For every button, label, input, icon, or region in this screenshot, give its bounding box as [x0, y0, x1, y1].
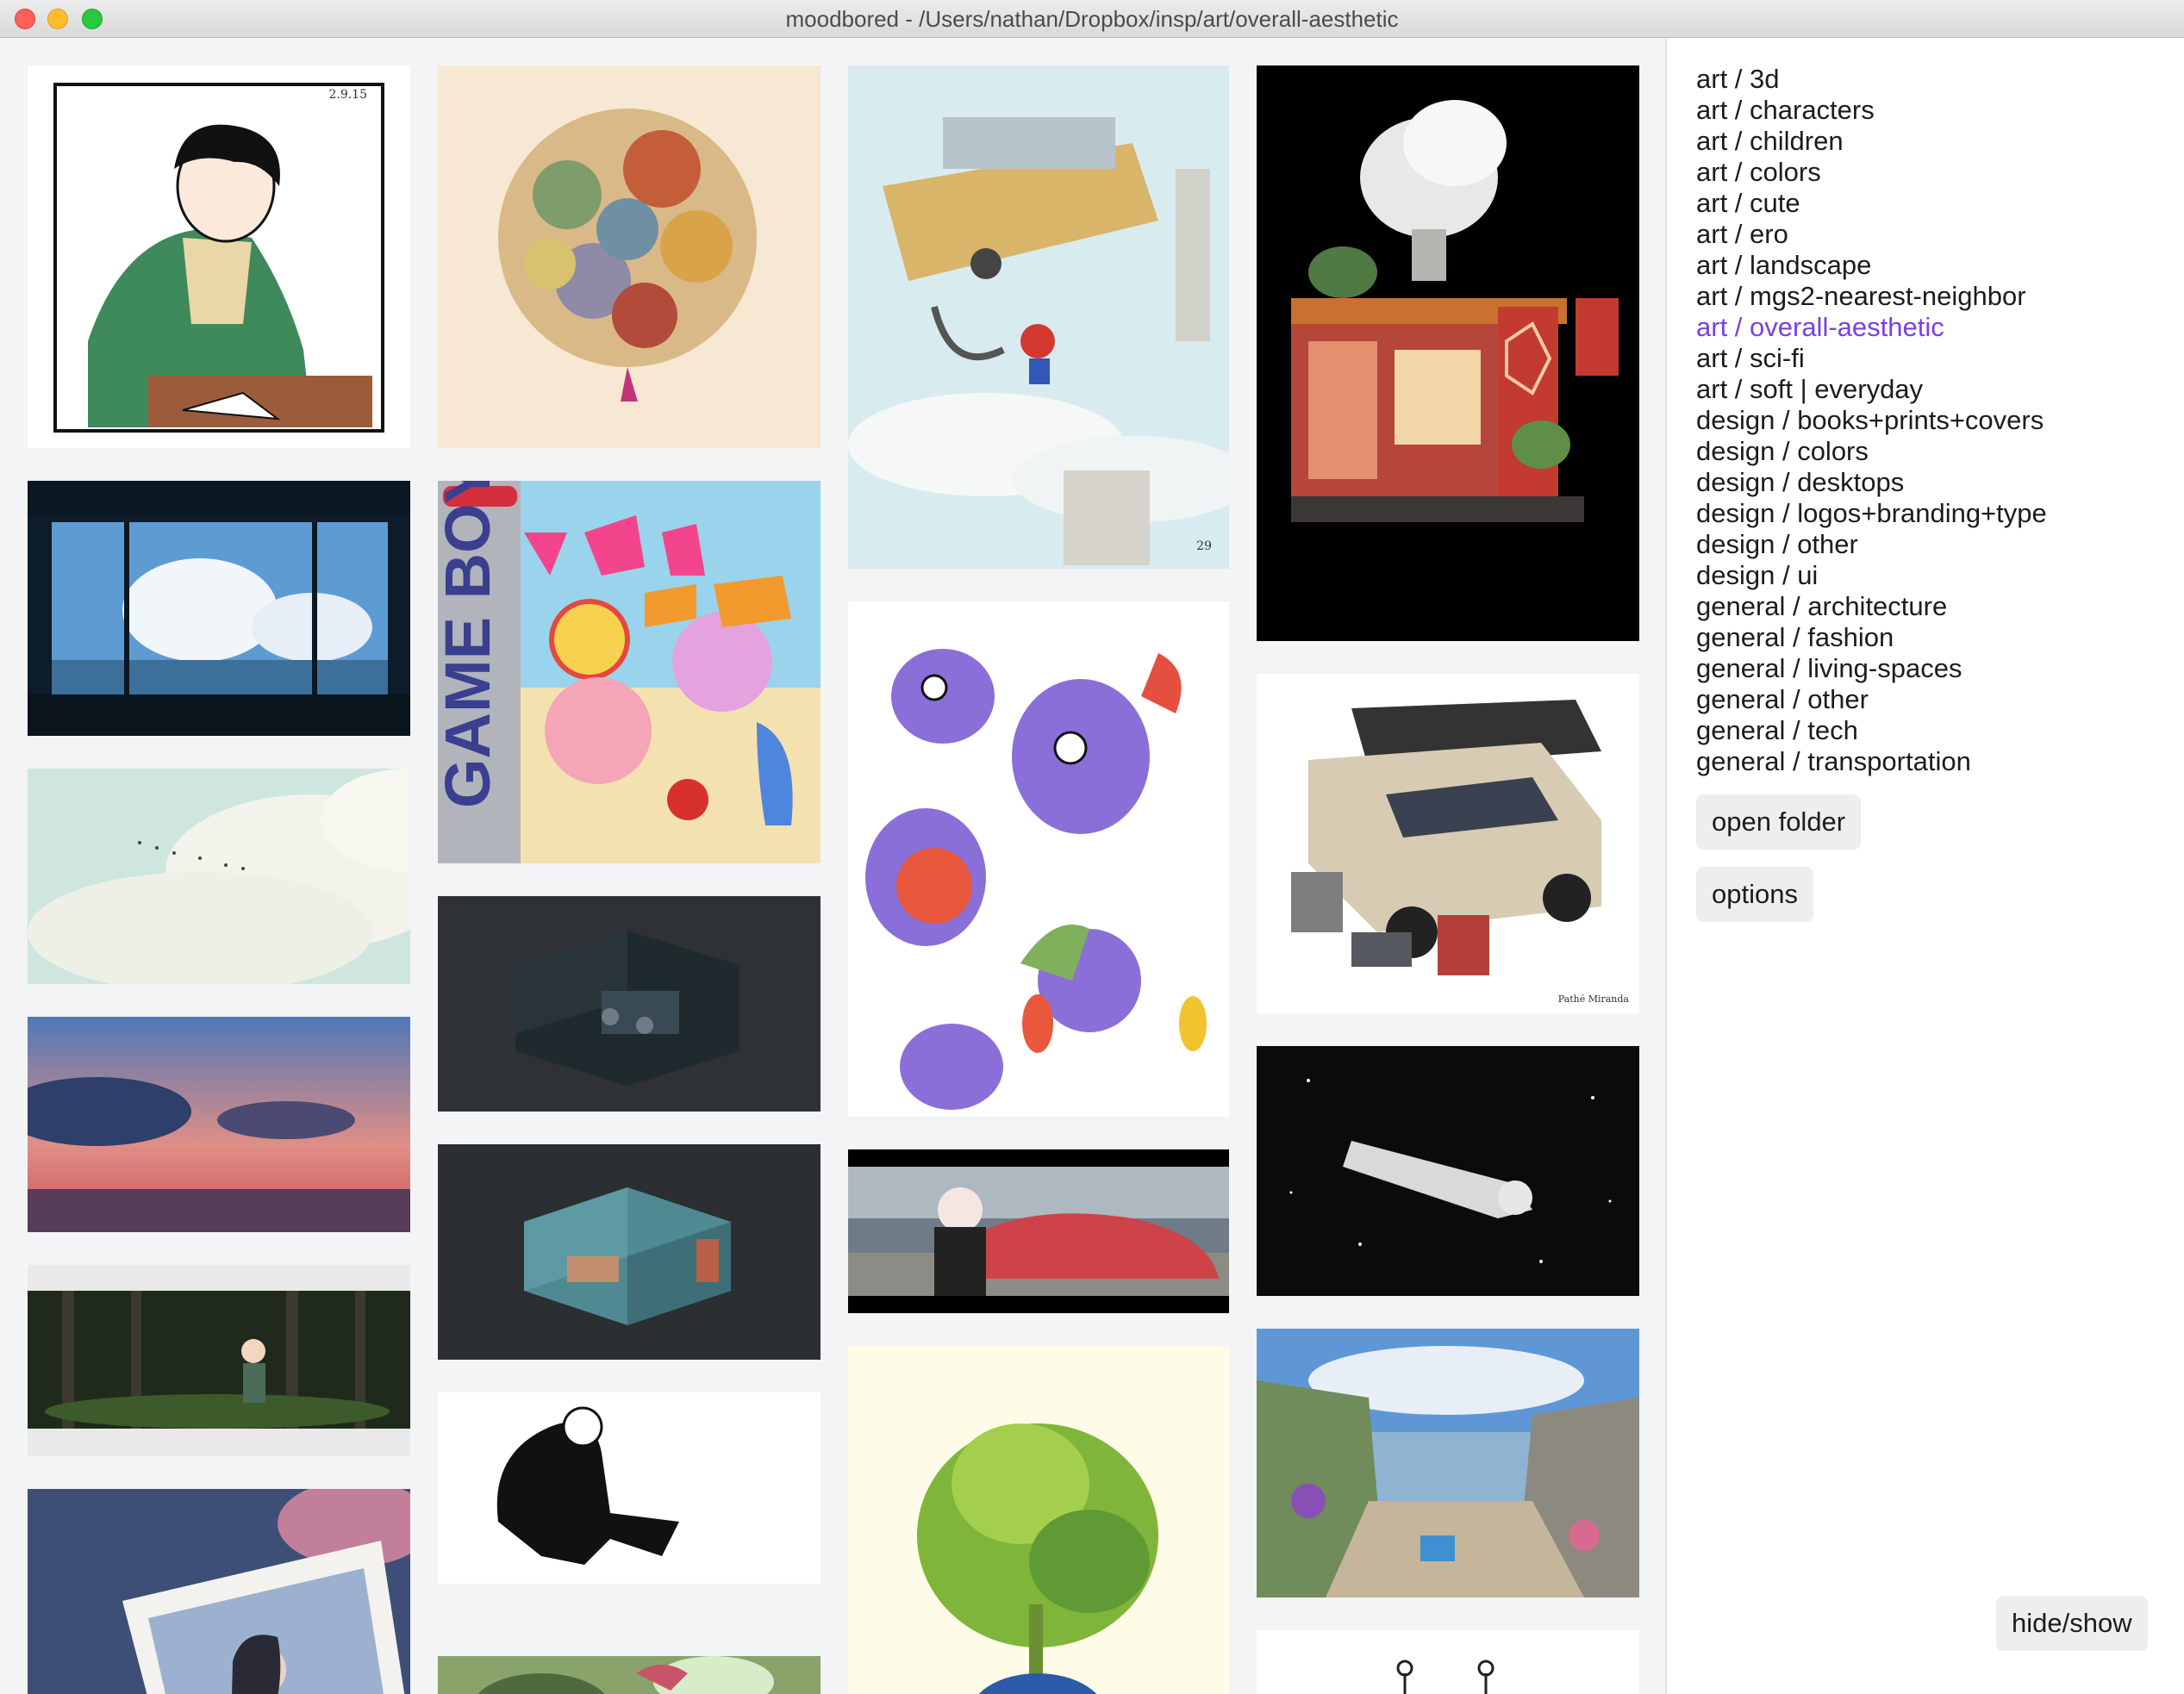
dark-room-2-image [524, 1187, 731, 1325]
tile-space-figure[interactable] [1257, 1046, 1639, 1296]
tile-gameboy-box[interactable]: GAME BOY [438, 481, 821, 863]
van-gear-image [1291, 700, 1601, 975]
category-item-design-ui[interactable]: design / ui [1696, 560, 2047, 591]
sunset-clouds-image [28, 1017, 410, 1232]
options-button[interactable]: options [1696, 867, 1813, 922]
tile-dark-room-1[interactable] [438, 896, 821, 1112]
gameboy-box-image: GAME BOY [438, 481, 821, 863]
plant-pot-image [917, 1423, 1158, 1694]
space-figure-image [1289, 1079, 1612, 1263]
category-item-art-sci-fi[interactable]: art / sci-fi [1696, 343, 2047, 374]
category-item-art-cute[interactable]: art / cute [1696, 188, 2047, 219]
tile-lamps[interactable] [1257, 1630, 1639, 1694]
tile-window-sky[interactable] [28, 481, 410, 736]
category-item-general-living-spaces[interactable]: general / living-spaces [1696, 653, 2047, 684]
tile-green-garden[interactable] [438, 1656, 821, 1694]
window-sky-image [28, 481, 410, 736]
category-item-general-fashion[interactable]: general / fashion [1696, 622, 2047, 653]
open-folder-button[interactable]: open folder [1696, 794, 1862, 850]
lamps-image [1396, 1660, 1494, 1694]
manga-boy-image [53, 83, 384, 433]
category-item-art-colors[interactable]: art / colors [1696, 157, 2047, 188]
category-item-art-mgs2[interactable]: art / mgs2-nearest-neighbor [1696, 281, 2047, 312]
window-titlebar: moodbored - /Users/nathan/Dropbox/insp/a… [0, 0, 2184, 38]
clouds-birds-image [28, 769, 410, 984]
category-item-design-other[interactable]: design / other [1696, 529, 2047, 560]
pikmin-sketch-image [865, 649, 1207, 1110]
alley-flowers-image [1257, 1329, 1639, 1597]
dark-room-1-image [515, 931, 739, 1086]
balloon-pile-image [498, 109, 757, 402]
category-item-art-children[interactable]: art / children [1696, 126, 2047, 157]
tile-mario-airship[interactable]: 29 [848, 65, 1229, 569]
mario-airship-image [848, 65, 1229, 569]
forest-girl-image [28, 1291, 410, 1429]
tile-caption: Pathé Miranda [1557, 993, 1629, 1005]
category-item-art-overall-aesthetic[interactable]: art / overall-aesthetic [1696, 312, 2047, 343]
tile-alley-flowers[interactable] [1257, 1329, 1639, 1597]
tile-car-girl[interactable] [848, 1149, 1229, 1313]
gameboy-logo-text: GAME BOY [438, 481, 503, 808]
polaroid-girl-image [28, 1489, 410, 1694]
tile-polaroid-girl[interactable] [28, 1489, 410, 1694]
category-item-general-other[interactable]: general / other [1696, 684, 2047, 715]
hide-show-button[interactable]: hide/show [1996, 1596, 2148, 1651]
category-sidebar: art / 3d art / characters art / children… [1665, 38, 2184, 1694]
category-item-art-characters[interactable]: art / characters [1696, 95, 2047, 126]
category-item-design-desktops[interactable]: design / desktops [1696, 467, 2047, 498]
category-item-art-3d[interactable]: art / 3d [1696, 64, 2047, 95]
tile-pikmin-sketch[interactable] [848, 601, 1229, 1117]
tile-silhouette[interactable] [438, 1392, 821, 1584]
tile-manga-boy[interactable]: 2.9.15 [28, 65, 410, 448]
tile-dark-room-2[interactable] [438, 1144, 821, 1360]
tile-balloon-pile[interactable] [438, 65, 821, 448]
category-item-design-logos[interactable]: design / logos+branding+type [1696, 498, 2047, 529]
category-item-art-landscape[interactable]: art / landscape [1696, 250, 2047, 281]
car-girl-image [848, 1167, 1229, 1296]
silhouette-image [496, 1406, 679, 1565]
green-garden-image [438, 1656, 821, 1694]
tile-forest-girl[interactable] [28, 1265, 410, 1456]
window-title: moodbored - /Users/nathan/Dropbox/insp/a… [785, 6, 1399, 32]
tile-clouds-birds[interactable] [28, 769, 410, 984]
category-item-design-colors[interactable]: design / colors [1696, 436, 2047, 467]
category-list: art / 3d art / characters art / children… [1696, 64, 2047, 777]
category-item-general-transportation[interactable]: general / transportation [1696, 746, 2047, 777]
tile-tiny-house[interactable] [1257, 65, 1639, 641]
category-item-general-tech[interactable]: general / tech [1696, 715, 2047, 746]
category-item-general-architecture[interactable]: general / architecture [1696, 591, 2047, 622]
image-gallery[interactable]: 2.9.15 GAME BOY 29 Pathé Miranda [0, 38, 1665, 1694]
tile-sunset-clouds[interactable] [28, 1017, 410, 1232]
tile-plant-pot[interactable] [848, 1346, 1229, 1694]
category-item-design-books[interactable]: design / books+prints+covers [1696, 405, 2047, 436]
category-item-art-ero[interactable]: art / ero [1696, 219, 2047, 250]
tile-van-gear[interactable]: Pathé Miranda [1257, 674, 1639, 1013]
tile-caption: 29 [1196, 539, 1212, 553]
category-item-art-soft-everyday[interactable]: art / soft | everyday [1696, 374, 2047, 405]
tiny-house-image [1291, 100, 1619, 522]
tile-caption: 2.9.15 [328, 88, 367, 102]
